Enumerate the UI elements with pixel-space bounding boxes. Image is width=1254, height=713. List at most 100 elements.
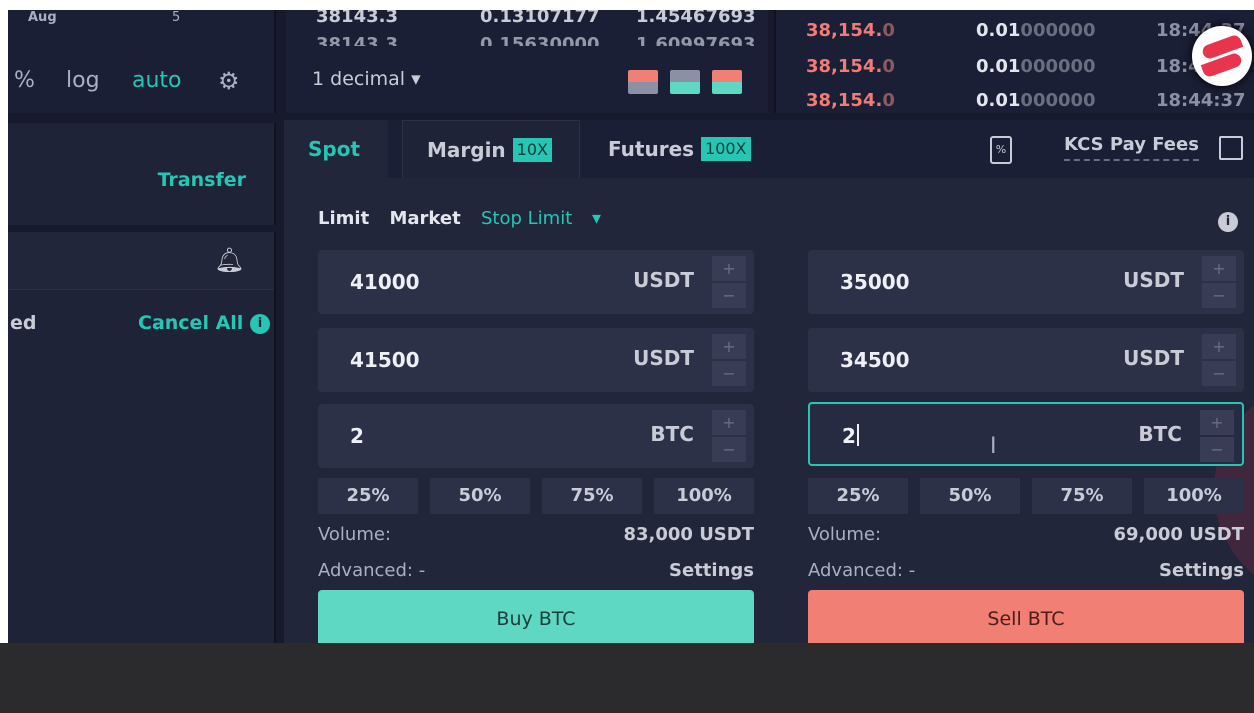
open-orders-header: 🔔︎ <box>8 232 274 290</box>
buy-settings-link[interactable]: Settings <box>669 560 754 581</box>
buy-volume-row: Volume: 83,000 USDT <box>318 524 754 545</box>
trading-screen: Aug 5 % log auto ⚙ Transfer 🔔︎ ed Cancel… <box>8 10 1254 643</box>
kcs-pay-fees-label[interactable]: KCS Pay Fees <box>1064 134 1199 161</box>
log-scale-button[interactable]: log <box>66 68 100 93</box>
orders-tab-label[interactable]: ed <box>10 312 37 334</box>
order-book: 38143.3 0.13107177 1.45467693 38143.3 0.156… <box>286 10 768 113</box>
plus-icon[interactable]: + <box>712 256 746 281</box>
book-layout-both-button[interactable] <box>628 70 658 94</box>
order-type-market[interactable]: Market <box>389 208 460 229</box>
sell-percent-100[interactable]: 100% <box>1144 478 1244 514</box>
chevron-down-icon: ▾ <box>411 68 421 90</box>
info-icon[interactable]: i <box>1218 212 1238 232</box>
futures-leverage-badge: 100X <box>701 137 751 161</box>
sell-percent-25[interactable]: 25% <box>808 478 908 514</box>
bell-icon[interactable]: 🔔︎ <box>214 246 244 274</box>
buy-price-field[interactable]: 41500 USDT + − <box>318 328 754 392</box>
plus-icon[interactable]: + <box>712 410 746 435</box>
order-type-limit[interactable]: Limit <box>318 208 369 229</box>
brand-logo <box>1192 26 1252 86</box>
minus-icon[interactable]: − <box>712 437 746 462</box>
cancel-all-button[interactable]: Cancel All i <box>138 312 270 334</box>
cancel-all-label: Cancel All <box>138 312 244 334</box>
buy-percent-75[interactable]: 75% <box>542 478 642 514</box>
buy-amount-stepper[interactable]: + − <box>712 410 746 462</box>
minus-icon[interactable]: − <box>712 361 746 386</box>
info-icon: i <box>249 314 270 334</box>
buy-button[interactable]: Buy BTC <box>318 590 754 643</box>
trade-type-tabs: Spot Margin 10X Futures 100X % KCS Pay F… <box>284 120 1254 178</box>
plus-icon[interactable]: + <box>1202 256 1236 281</box>
sell-button[interactable]: Sell BTC <box>808 590 1244 643</box>
minus-icon[interactable]: − <box>1202 283 1236 308</box>
open-orders-panel: 🔔︎ ed Cancel All i <box>8 232 276 643</box>
sell-percent-75[interactable]: 75% <box>1032 478 1132 514</box>
buy-stop-stepper[interactable]: + − <box>712 256 746 308</box>
sell-percent-50[interactable]: 50% <box>920 478 1020 514</box>
trade-price-decimal: 0 <box>882 20 895 41</box>
minus-icon[interactable]: − <box>1202 361 1236 386</box>
sell-amount-stepper[interactable]: + − <box>1200 410 1234 462</box>
sell-stop-unit: USDT <box>1123 268 1184 292</box>
auto-scale-button[interactable]: auto <box>132 68 182 93</box>
plus-icon[interactable]: + <box>1202 334 1236 359</box>
fee-rate-icon[interactable]: % <box>990 136 1012 164</box>
trade-qty-decimals: 000000 <box>1020 20 1096 41</box>
sell-volume-value: 69,000 USDT <box>1113 524 1244 545</box>
tab-spot[interactable]: Spot <box>284 120 389 178</box>
plus-icon[interactable]: + <box>712 334 746 359</box>
buy-amount-field[interactable]: 2 BTC + − <box>318 404 754 468</box>
image-border-left <box>0 0 8 713</box>
minus-icon[interactable]: − <box>712 283 746 308</box>
sell-price-stepper[interactable]: + − <box>1202 334 1236 386</box>
video-bottom-bar <box>0 643 1254 713</box>
buy-price-stepper[interactable]: + − <box>712 334 746 386</box>
sell-volume-label: Volume: <box>808 524 882 545</box>
trade-qty: 0.01 <box>976 20 1021 41</box>
book-layout-asks-button[interactable] <box>712 70 742 94</box>
buy-percent-100[interactable]: 100% <box>654 478 754 514</box>
tab-margin[interactable]: Margin 10X <box>402 120 580 178</box>
decimal-select[interactable]: 1 decimal ▾ <box>312 68 421 90</box>
minus-icon[interactable]: − <box>1200 437 1234 462</box>
trade-price-decimal: 0 <box>882 56 895 77</box>
gear-icon[interactable]: ⚙ <box>218 67 240 95</box>
percent-scale-button[interactable]: % <box>14 68 35 93</box>
chart-date-value: 5 <box>172 10 181 25</box>
margin-leverage-badge: 10X <box>512 138 552 162</box>
transfer-link[interactable]: Transfer <box>158 169 246 191</box>
buy-percent-25[interactable]: 25% <box>318 478 418 514</box>
sell-amount-unit: BTC <box>1138 422 1182 446</box>
sell-stop-stepper[interactable]: + − <box>1202 256 1236 308</box>
order-type-stop-limit[interactable]: Stop Limit ▾ <box>481 208 615 229</box>
buy-stop-field[interactable]: 41000 USDT + − <box>318 250 754 314</box>
buy-stop-value: 41000 <box>350 270 420 294</box>
tab-futures[interactable]: Futures 100X <box>608 120 751 178</box>
kcs-pay-fees-checkbox[interactable] <box>1219 136 1243 160</box>
chart-date-label: Aug <box>28 10 57 25</box>
order-book-amount: 0.15630000 <box>480 34 600 46</box>
buy-volume-value: 83,000 USDT <box>623 524 754 545</box>
buy-percent-50[interactable]: 50% <box>430 478 530 514</box>
book-layout-bids-button[interactable] <box>670 70 700 94</box>
sell-amount-text: 2 <box>842 424 856 448</box>
sell-price-value: 34500 <box>840 348 910 372</box>
trade-qty: 0.01 <box>976 56 1021 77</box>
trade-price-decimal: 0 <box>882 90 895 110</box>
sell-volume-row: Volume: 69,000 USDT <box>808 524 1244 545</box>
sell-stop-field[interactable]: 35000 USDT + − <box>808 250 1244 314</box>
order-book-price: 38143.3 <box>316 10 398 27</box>
buy-advanced-row: Advanced: - Settings <box>318 560 754 581</box>
plus-icon[interactable]: + <box>1200 410 1234 435</box>
trade-row: 38,154.00.0100000018:44:37 <box>806 56 1246 77</box>
sell-settings-link[interactable]: Settings <box>1159 560 1244 581</box>
trade-qty: 0.01 <box>976 90 1021 110</box>
buy-price-unit: USDT <box>633 346 694 370</box>
trade-price: 38,154. <box>806 90 883 110</box>
sell-price-field[interactable]: 34500 USDT + − <box>808 328 1244 392</box>
sell-amount-field[interactable]: 2 I BTC + − <box>808 402 1244 466</box>
buy-percent-row: 25% 50% 75% 100% <box>318 478 754 514</box>
chevron-down-icon: ▾ <box>591 208 602 229</box>
sell-advanced-label: Advanced: - <box>808 560 916 581</box>
decimal-select-value: 1 decimal <box>312 68 406 90</box>
